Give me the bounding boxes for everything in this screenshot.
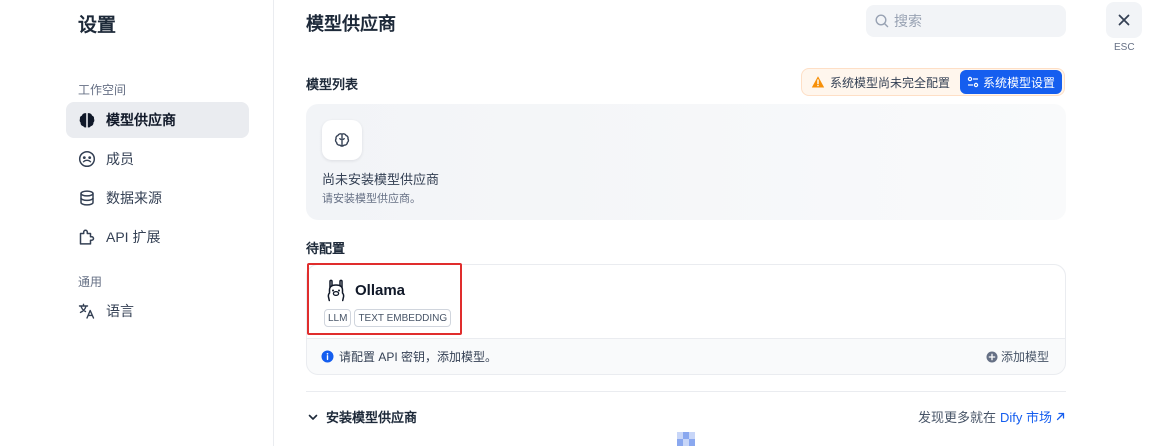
database-icon: [78, 189, 96, 207]
provider-hint-text: 请配置 API 密钥，添加模型。: [339, 350, 498, 364]
search-placeholder: 搜索: [894, 13, 922, 29]
loader-dot: [689, 439, 695, 446]
puzzle-icon: [78, 228, 96, 246]
sidebar-item-label: API 扩展: [106, 229, 161, 245]
loader-dot: [689, 432, 695, 439]
main-panel: 模型供应商 搜索 ESC 模型列表 系统模型尚未完全配置 系统模型设置 尚未安装…: [274, 0, 1160, 446]
empty-brain-icon: [322, 120, 362, 160]
warning-text-row: 系统模型尚未完全配置: [811, 74, 950, 91]
empty-subtitle: 请安装模型供应商。: [322, 193, 421, 205]
sidebar-title: 设置: [78, 15, 117, 36]
sidebar-item-label: 模型供应商: [106, 112, 176, 128]
sidebar-group-workspace: 工作空间: [78, 83, 127, 97]
settings-sidebar: 设置 工作空间 模型供应商 成员 数据来源 API 扩展 通用 语言: [0, 0, 274, 446]
sidebar-item-data-source[interactable]: 数据来源: [66, 180, 249, 216]
sidebar-item-api-extension[interactable]: API 扩展: [66, 219, 249, 255]
install-providers-toggle[interactable]: 安装模型供应商: [306, 407, 417, 426]
warning-icon: [811, 75, 825, 89]
system-model-warning: 系统模型尚未完全配置 系统模型设置: [801, 68, 1065, 96]
tag-text-embedding: TEXT EMBEDDING: [354, 309, 452, 327]
tag-llm: LLM: [324, 309, 352, 327]
provider-name: Ollama: [355, 282, 406, 299]
sidebar-group-general: 通用: [78, 275, 103, 289]
provider-config-hint: 请配置 API 密钥，添加模型。: [321, 348, 497, 365]
section-divider: [306, 391, 1066, 392]
sidebar-item-members[interactable]: 成员: [66, 141, 249, 177]
marketplace-link[interactable]: 发现更多就在 Dify 市场: [918, 407, 1066, 426]
loading-indicator: [677, 432, 695, 446]
discover-text: 发现更多就在: [917, 410, 996, 425]
close-button[interactable]: [1106, 2, 1142, 38]
model-list-title: 模型列表: [306, 77, 359, 92]
brain-icon: [78, 111, 96, 129]
sidebar-item-label: 语言: [106, 303, 134, 319]
provider-card-header: Ollama LLM TEXT EMBEDDING: [307, 265, 1065, 339]
plus-circle-icon: [986, 351, 998, 363]
empty-title: 尚未安装模型供应商: [322, 172, 440, 187]
search-input[interactable]: 搜索: [866, 5, 1066, 37]
sidebar-item-language[interactable]: 语言: [66, 293, 249, 329]
settings-sliders-icon: [967, 76, 979, 88]
provider-tags: LLM TEXT EMBEDDING: [324, 309, 452, 327]
close-icon: [1117, 13, 1131, 27]
info-icon: [321, 350, 334, 363]
external-arrow-icon: [1055, 411, 1066, 422]
sidebar-item-model-provider[interactable]: 模型供应商: [66, 102, 249, 138]
translate-icon: [78, 302, 96, 320]
chevron-down-icon: [306, 410, 320, 424]
empty-provider-card: 尚未安装模型供应商 请安装模型供应商。: [306, 104, 1066, 220]
provider-card-ollama[interactable]: Ollama LLM TEXT EMBEDDING 请配置 API 密钥，添加模…: [306, 264, 1066, 375]
add-model-button[interactable]: 添加模型: [986, 348, 1049, 365]
add-model-label: 添加模型: [1000, 350, 1049, 364]
pending-section-title: 待配置: [306, 241, 346, 256]
page-title: 模型供应商: [306, 14, 396, 34]
members-icon: [78, 150, 96, 168]
search-icon: [874, 13, 890, 29]
system-model-settings-label: 系统模型设置: [982, 75, 1055, 90]
sidebar-item-label: 数据来源: [106, 190, 162, 206]
marketplace-link-text: Dify 市场: [999, 410, 1052, 425]
install-label: 安装模型供应商: [326, 410, 418, 425]
system-model-settings-button[interactable]: 系统模型设置: [959, 70, 1062, 94]
esc-hint: ESC: [1114, 42, 1135, 53]
warning-text: 系统模型尚未完全配置: [830, 75, 951, 90]
sidebar-item-label: 成员: [106, 151, 134, 167]
ollama-logo-icon: [325, 278, 347, 304]
